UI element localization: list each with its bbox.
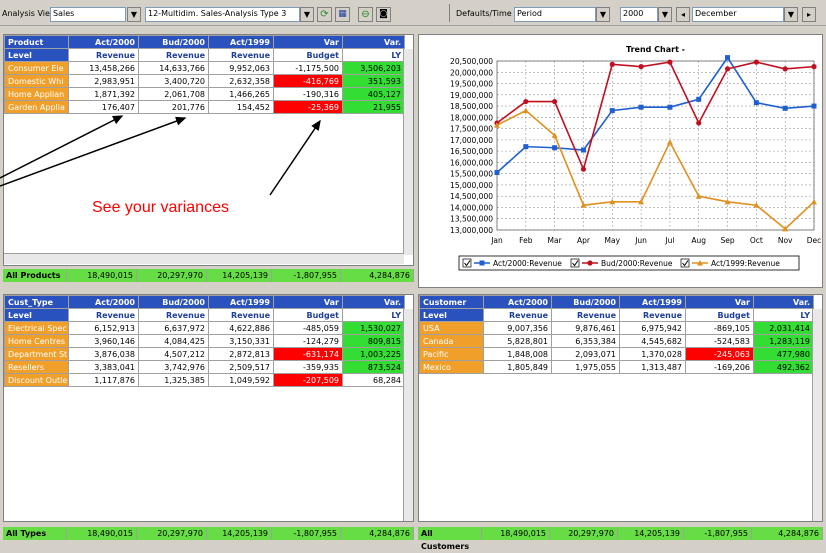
variance-annotation: See your variances — [92, 199, 229, 216]
arrow-line — [0, 115, 124, 179]
annotation-arrows — [0, 115, 321, 196]
arrow-line — [269, 119, 321, 196]
arrow-line — [0, 116, 187, 187]
